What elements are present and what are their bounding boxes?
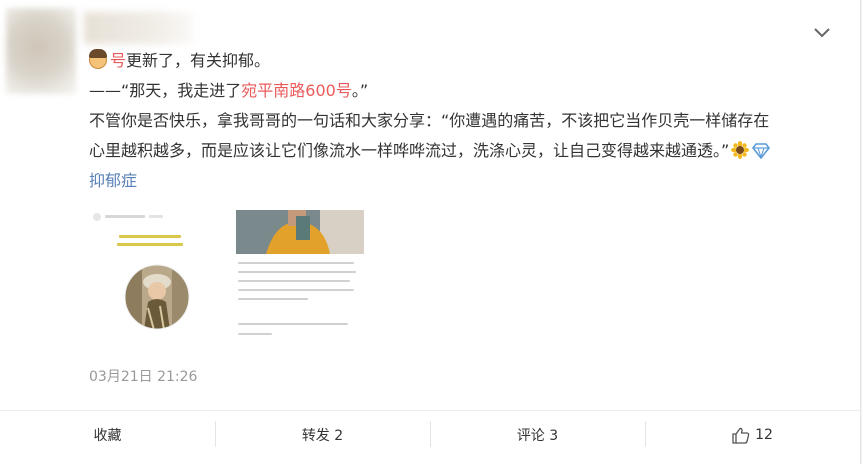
post-image-1[interactable] xyxy=(89,209,223,349)
avatar[interactable] xyxy=(6,8,76,94)
account-mention[interactable]: 号 xyxy=(110,51,126,70)
favorite-label: 收藏 xyxy=(93,428,122,444)
post-line-4-text: 心里越积越多，而是应该让它们像流水一样哗哗流过，洗涤心灵，让自己变得越来越通透。… xyxy=(89,141,730,160)
author-name-blurred[interactable] xyxy=(84,12,194,44)
post-line-2-start: ——“那天，我走进了 xyxy=(89,81,242,100)
favorite-button[interactable]: 收藏 xyxy=(0,411,215,459)
post-text: 号更新了，有关抑郁。 ——“那天，我走进了宛平南路600号。” 不管你是否快乐，… xyxy=(89,46,839,196)
person-emoji-icon xyxy=(89,49,107,69)
post-line-1: 号更新了，有关抑郁。 xyxy=(89,46,839,76)
comment-label: 评论 3 xyxy=(516,428,559,444)
repost-label: 转发 2 xyxy=(301,428,344,444)
diamond-icon[interactable] xyxy=(752,143,771,159)
topic-link[interactable]: 抑郁症 xyxy=(89,171,137,190)
repost-button[interactable]: 转发 2 xyxy=(215,411,430,459)
like-button[interactable]: 12 xyxy=(645,411,860,459)
chevron-down-icon[interactable] xyxy=(812,24,832,42)
comment-button[interactable]: 评论 3 xyxy=(430,411,645,459)
location-highlight[interactable]: 宛平南路600号 xyxy=(241,81,352,100)
weibo-post-card: 号更新了，有关抑郁。 ——“那天，我走进了宛平南路600号。” 不管你是否快乐，… xyxy=(0,0,861,464)
like-count: 12 xyxy=(755,427,773,443)
photo-header xyxy=(236,210,364,254)
post-line-2-end: 。” xyxy=(351,81,369,100)
post-line-3: 不管你是否快乐，拿我哥哥的一句话和大家分享：“你遭遇的痛苦，不该把它当作贝壳一样… xyxy=(89,111,770,130)
post-timestamp[interactable]: 03月21日 21:26 xyxy=(89,366,197,386)
thumbs-up-icon xyxy=(732,427,750,444)
action-bar: 收藏 转发 2 评论 3 12 xyxy=(0,411,860,459)
sunflower-emoji-icon xyxy=(731,141,750,159)
post-line-1-text: 更新了，有关抑郁。 xyxy=(126,51,271,70)
post-line-5: 抑郁症 xyxy=(89,166,839,196)
portrait-photo xyxy=(124,264,190,330)
post-line-2: ——“那天，我走进了宛平南路600号。” xyxy=(89,76,839,106)
post-line-4: 心里越积越多，而是应该让它们像流水一样哗哗流过，洗涤心灵，让自己变得越来越通透。… xyxy=(89,136,839,166)
post-image-2[interactable] xyxy=(236,210,364,350)
